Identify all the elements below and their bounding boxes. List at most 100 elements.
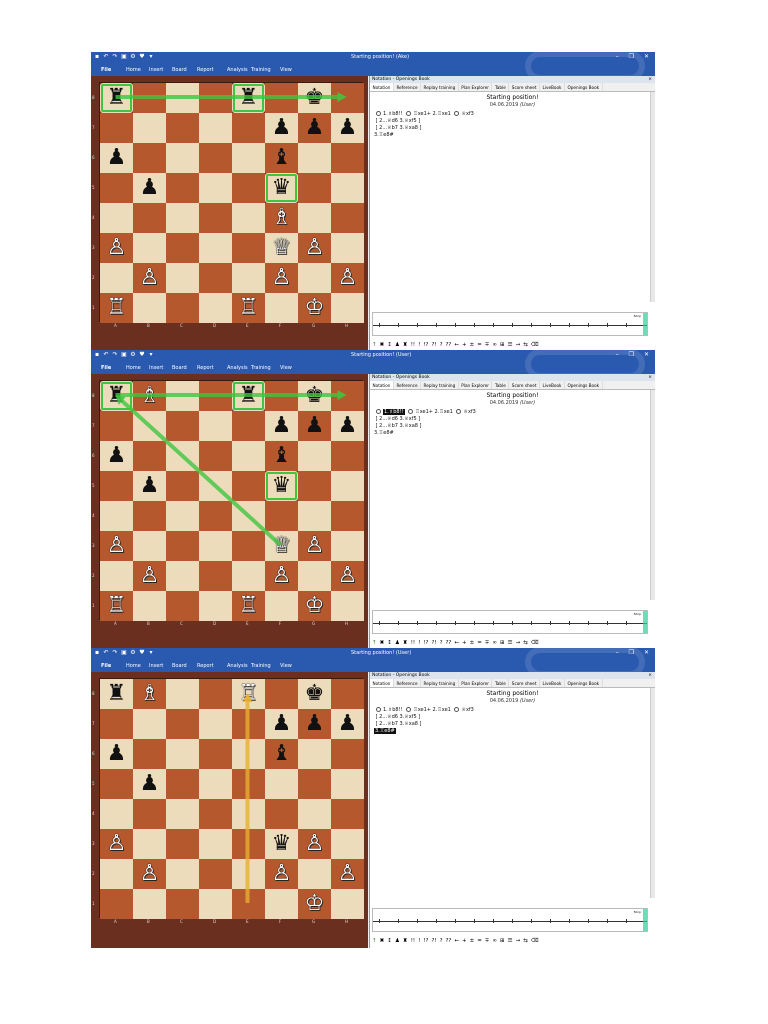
square-h5[interactable] <box>331 173 364 203</box>
vertical-scrollbar[interactable] <box>650 688 655 898</box>
annotation-button[interactable]: ♟ <box>395 340 400 350</box>
square-a4[interactable] <box>100 799 133 829</box>
square-e7[interactable] <box>232 411 265 441</box>
radio-icon[interactable] <box>456 409 462 414</box>
tab-livebook[interactable]: LiveBook <box>540 381 565 389</box>
annotation-button[interactable]: ?? <box>446 936 452 946</box>
square-c8[interactable] <box>166 381 199 411</box>
square-a8[interactable]: ♜ <box>100 381 133 411</box>
annotation-button[interactable]: + <box>462 340 467 350</box>
square-h8[interactable] <box>331 381 364 411</box>
menu-board[interactable]: Board <box>172 67 187 73</box>
square-h2[interactable]: ♙ <box>331 561 364 591</box>
save-icon[interactable]: ▪ <box>94 650 100 656</box>
variation-text[interactable]: [ 2...♕d6 3.♕xf5 ] <box>376 118 421 124</box>
square-f5[interactable] <box>265 769 298 799</box>
square-e6[interactable] <box>232 143 265 173</box>
annotation-button[interactable]: ♜ <box>403 340 408 350</box>
radio-icon[interactable] <box>376 409 381 414</box>
white-king-icon[interactable]: ♔ <box>305 893 325 915</box>
square-c1[interactable] <box>166 889 199 919</box>
square-h6[interactable] <box>331 441 364 471</box>
annotation-button[interactable]: ?? <box>446 638 452 648</box>
black-bishop-icon[interactable]: ♝ <box>272 445 292 467</box>
white-bishop-icon[interactable]: ♗ <box>140 683 160 705</box>
tab-livebook[interactable]: LiveBook <box>540 679 565 687</box>
square-b4[interactable] <box>133 203 166 233</box>
square-e2[interactable] <box>232 859 265 889</box>
square-b6[interactable] <box>133 739 166 769</box>
black-pawn-icon[interactable]: ♟ <box>338 713 358 735</box>
square-c7[interactable] <box>166 411 199 441</box>
square-h4[interactable] <box>331 501 364 531</box>
square-c1[interactable] <box>166 591 199 621</box>
panel-close-icon[interactable]: × <box>648 374 652 381</box>
square-g7[interactable]: ♟ <box>298 411 331 441</box>
square-g5[interactable] <box>298 173 331 203</box>
annotation-button[interactable]: ⊞ <box>500 340 505 350</box>
annotation-button[interactable]: ⊞ <box>500 638 505 648</box>
white-pawn-icon[interactable]: ♙ <box>272 267 292 289</box>
square-b1[interactable] <box>133 889 166 919</box>
chess-board[interactable]: ♜ ♗ ♖ ♚ ♟ ♟ ♟ ♟ ♝ ♟ ♙ ♛ ♙ ♙ ♙ ♙ ♔ <box>99 678 364 919</box>
undo-icon[interactable]: ↶ <box>103 352 109 358</box>
black-pawn-icon[interactable]: ♟ <box>305 713 325 735</box>
square-b5[interactable]: ♟ <box>133 769 166 799</box>
square-b3[interactable] <box>133 829 166 859</box>
tab-reference[interactable]: Reference <box>394 679 422 687</box>
square-f7[interactable]: ♟ <box>265 113 298 143</box>
variation-text[interactable]: [ 2...♕d6 3.♕xf5 ] <box>376 714 421 720</box>
square-f6[interactable]: ♝ <box>265 143 298 173</box>
tab-replay-training[interactable]: Replay training <box>421 381 459 389</box>
black-pawn-icon[interactable]: ♟ <box>107 147 127 169</box>
white-rook-icon[interactable]: ♖ <box>239 595 259 617</box>
move-m1[interactable]: 1.♗b8!! <box>383 409 405 415</box>
square-a7[interactable] <box>100 411 133 441</box>
square-c5[interactable] <box>166 769 199 799</box>
square-g5[interactable] <box>298 769 331 799</box>
square-b1[interactable] <box>133 293 166 323</box>
annotation-button[interactable]: ♜ <box>403 936 408 946</box>
square-e7[interactable] <box>232 709 265 739</box>
square-a7[interactable] <box>100 709 133 739</box>
square-a7[interactable] <box>100 113 133 143</box>
square-a3[interactable]: ♙ <box>100 233 133 263</box>
annotation-button[interactable]: ↑ <box>372 638 377 648</box>
square-f3[interactable]: ♕ <box>265 233 298 263</box>
square-f8[interactable] <box>265 381 298 411</box>
print-icon[interactable]: ▣ <box>121 650 127 656</box>
white-pawn-icon[interactable]: ♙ <box>272 565 292 587</box>
square-a8[interactable]: ♜ <box>100 83 133 113</box>
chess-board[interactable]: ♜ ♜ ♚ ♟ ♟ ♟ ♟ ♝ ♟ ♛ ♗ ♙ ♕ ♙ ♙ ♙ ♙ ♖ ♖ ♔ <box>99 82 364 323</box>
square-d5[interactable] <box>199 769 232 799</box>
menu-training[interactable]: Training <box>251 365 271 371</box>
annotation-button[interactable]: !! <box>411 340 415 350</box>
square-a5[interactable] <box>100 769 133 799</box>
square-d5[interactable] <box>199 173 232 203</box>
white-pawn-icon[interactable]: ♙ <box>305 237 325 259</box>
square-g7[interactable]: ♟ <box>298 709 331 739</box>
square-d6[interactable] <box>199 143 232 173</box>
chess-board[interactable]: ♜ ♗ ♜ ♚ ♟ ♟ ♟ ♟ ♝ ♟ ♛ ♙ ♕ ♙ ♙ ♙ ♙ ♖ ♖ ♔ <box>99 380 364 621</box>
square-e8[interactable]: ♖ <box>232 679 265 709</box>
square-a5[interactable] <box>100 173 133 203</box>
square-h7[interactable]: ♟ <box>331 411 364 441</box>
square-c2[interactable] <box>166 561 199 591</box>
square-b8[interactable] <box>133 83 166 113</box>
redo-icon[interactable]: ↷ <box>112 650 118 656</box>
white-rook-icon[interactable]: ♖ <box>239 297 259 319</box>
square-h7[interactable]: ♟ <box>331 709 364 739</box>
square-f3[interactable]: ♛ <box>265 829 298 859</box>
white-pawn-icon[interactable]: ♙ <box>305 535 325 557</box>
annotation-button[interactable]: ← <box>454 340 459 350</box>
annotation-button[interactable]: ☰ <box>508 638 513 648</box>
move-m4[interactable]: ♕xf3 <box>463 409 475 415</box>
square-h6[interactable] <box>331 739 364 769</box>
black-rook-icon[interactable]: ♜ <box>239 385 259 407</box>
square-e3[interactable] <box>232 829 265 859</box>
square-h8[interactable] <box>331 679 364 709</box>
square-h3[interactable] <box>331 233 364 263</box>
square-g4[interactable] <box>298 799 331 829</box>
square-g6[interactable] <box>298 441 331 471</box>
white-rook-icon[interactable]: ♖ <box>107 297 127 319</box>
